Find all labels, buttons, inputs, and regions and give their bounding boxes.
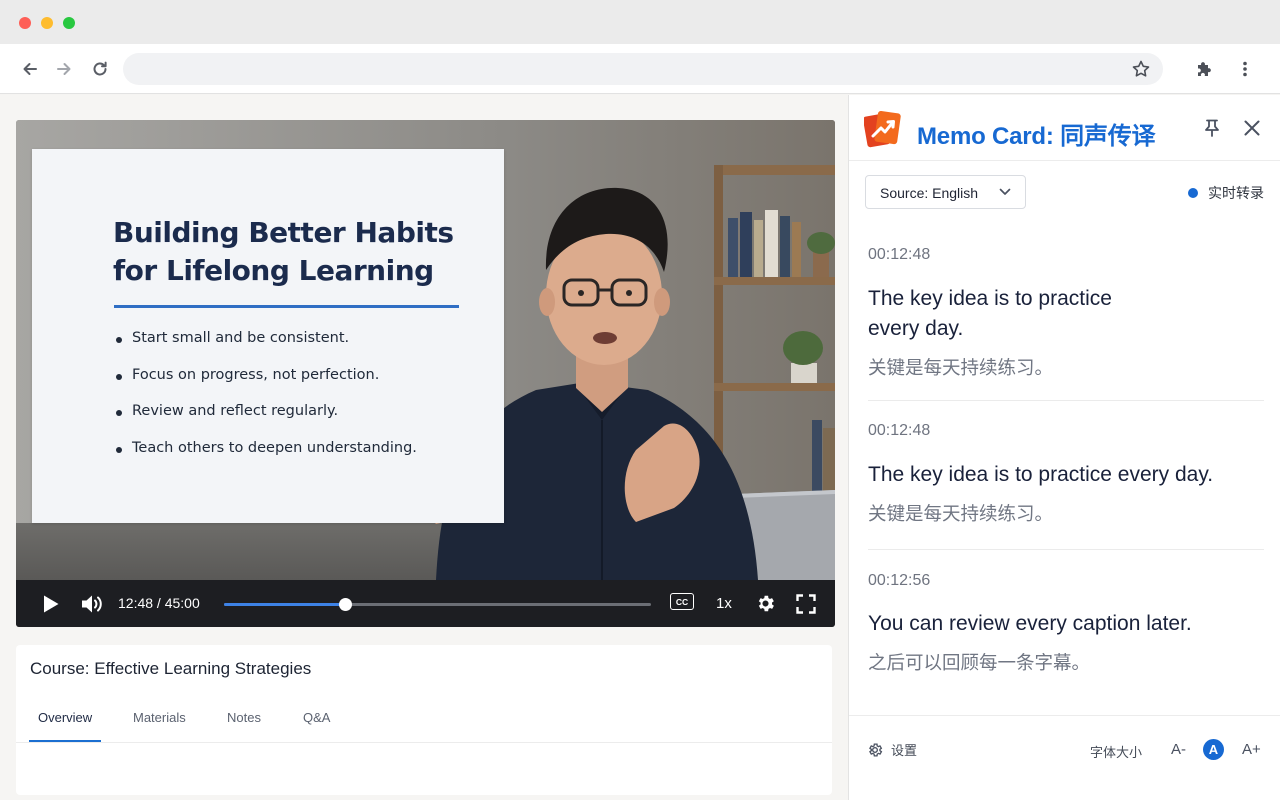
bookmark-star-icon[interactable] [1131,59,1151,79]
settings-button[interactable]: 设置 [867,740,917,759]
slide-title: Building Better Habits for Lifelong Lear… [113,214,483,290]
caption-english-line-2: every day. [868,317,964,340]
memo-card-logo-icon [864,111,901,148]
video-player[interactable]: Building Better Habits for Lifelong Lear… [16,120,835,627]
tab-overview[interactable]: Overview [38,710,92,725]
fullscreen-icon[interactable] [796,594,816,614]
bullet-dot-icon [116,446,122,453]
caption-chinese: 之后可以回顾每一条字幕。 [868,653,1091,674]
slide-bullet: Review and reflect regularly. [116,403,417,440]
volume-icon[interactable] [80,593,104,615]
font-decrease-button[interactable]: A- [1171,741,1186,758]
browser-window: Building Better Habits for Lifelong Lear… [0,0,1280,800]
source-language-select[interactable]: Source: English [865,175,1026,209]
caption-entry[interactable]: 00:12:48 The key idea is to practice eve… [868,422,1264,526]
video-controls: 12:48 / 45:00 CC 1x [16,580,835,627]
back-button[interactable] [18,57,42,81]
caption-timestamp: 00:12:48 [868,246,931,263]
extensions-button[interactable] [1192,57,1216,81]
slide-bullet: Start small and be consistent. [116,330,417,367]
slide-title-line-2: for Lifelong Learning [113,254,434,287]
slide-bullet: Focus on progress, not perfection. [116,367,417,404]
course-card: Course: Effective Learning Strategies Ov… [16,645,832,795]
browser-menu-button[interactable] [1233,57,1257,81]
source-language-label: Source: English [880,185,979,201]
settings-gear-icon[interactable] [755,593,776,614]
slide-bullet-text: Focus on progress, not perfection. [132,366,380,383]
seek-bar-progress [224,603,346,606]
forward-icon [57,63,71,75]
chevron-down-icon [999,188,1011,195]
caption-divider [868,400,1264,401]
caption-entry[interactable]: 00:12:48 The key idea is to practice eve… [868,246,1264,380]
caption-chinese: 关键是每天持续练习。 [868,358,1054,379]
caption-english-line-1: The key idea is to practice [868,287,1112,310]
panel-header: Memo Card: 同声传译 [849,95,1280,161]
tab-notes[interactable]: Notes [227,710,261,725]
back-icon [23,63,37,75]
maximize-window-button[interactable] [63,17,75,29]
caption-timestamp: 00:12:48 [868,422,931,439]
address-bar[interactable] [123,53,1163,85]
playback-time: 12:48 / 45:00 [118,595,200,611]
pin-icon[interactable] [1201,117,1223,139]
caption-english: The key idea is to practice every day. [868,463,1214,486]
font-increase-button[interactable]: A+ [1242,741,1261,758]
tab-qa[interactable]: Q&A [303,710,330,725]
caption-timestamp: 00:12:56 [868,572,931,589]
forward-button[interactable] [52,57,76,81]
live-status-dot [1188,188,1198,198]
slide-divider [114,305,459,308]
slide-bullet-list: Start small and be consistent. Focus on … [116,330,417,476]
slide-bullet-text: Teach others to deepen understanding. [132,439,417,456]
play-icon[interactable] [42,594,60,614]
caption-divider [868,549,1264,550]
bullet-dot-icon [116,337,122,343]
caption-english: The key idea is to practice every day. [868,284,1264,344]
presentation-slide: Building Better Habits for Lifelong Lear… [32,149,504,523]
font-current-button[interactable]: A [1203,739,1224,760]
close-icon[interactable] [1241,117,1263,139]
slide-bullet-text: Start small and be consistent. [132,330,350,346]
minimize-window-button[interactable] [41,17,53,29]
more-vert-icon [1243,61,1247,77]
close-window-button[interactable] [19,17,31,29]
panel-footer: 设置 字体大小 A- A A+ [849,715,1280,800]
caption-entry[interactable]: 00:12:56 You can review every caption la… [868,572,1264,675]
reload-button[interactable] [88,57,112,81]
memo-card-panel: Memo Card: 同声传译 Source: English 实时转录 00:… [848,95,1280,800]
seek-bar[interactable] [224,598,651,611]
slide-title-line-1: Building Better Habits [113,216,454,249]
slide-bullet: Teach others to deepen understanding. [116,440,417,477]
caption-english: You can review every caption later. [868,612,1192,635]
bullet-dot-icon [116,373,122,380]
course-tabs: Overview Materials Notes Q&A [16,699,832,743]
gear-icon [869,742,883,757]
bullet-dot-icon [116,410,122,416]
settings-label: 设置 [891,743,918,758]
browser-toolbar [0,44,1280,94]
title-bar [0,0,1280,44]
slide-bullet-text: Review and reflect regularly. [132,403,339,419]
panel-title: Memo Card: 同声传译 [917,123,1156,150]
captions-button[interactable]: CC [670,593,694,610]
tab-materials[interactable]: Materials [133,710,186,725]
course-title: Course: Effective Learning Strategies [30,659,312,678]
playback-speed-button[interactable]: 1x [716,595,732,612]
live-transcription-indicator: 实时转录 [1188,183,1264,203]
active-tab-indicator [29,740,101,742]
live-transcription-label: 实时转录 [1208,185,1264,201]
seek-handle[interactable] [339,598,353,611]
extensions-puzzle-icon [1198,62,1211,76]
font-size-label: 字体大小 [1090,745,1143,760]
caption-chinese: 关键是每天持续练习。 [868,504,1054,525]
reload-icon [93,61,107,76]
page-content: Building Better Habits for Lifelong Lear… [0,95,848,800]
